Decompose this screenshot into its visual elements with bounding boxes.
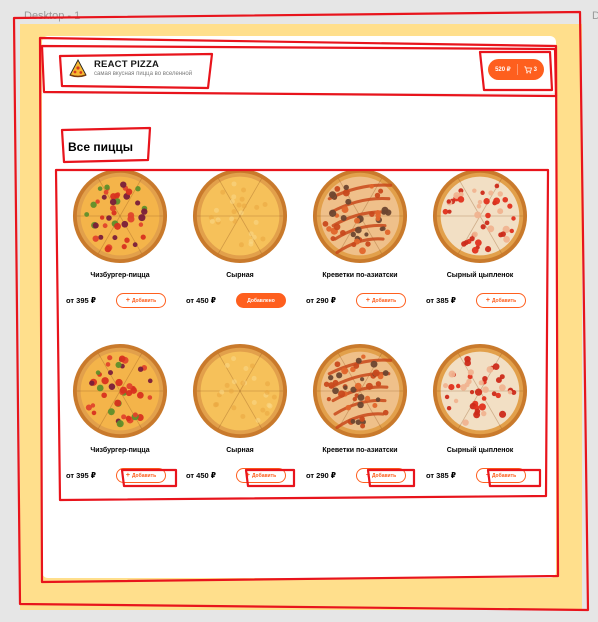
plus-icon: + <box>365 472 370 479</box>
plus-icon: + <box>365 297 370 304</box>
header: REACT PIZZA самая вкусная пицца во вселе… <box>42 36 556 94</box>
pizza-image[interactable] <box>72 343 168 439</box>
add-button-label: Добавить <box>251 472 277 479</box>
pizza-image[interactable] <box>312 343 408 439</box>
frame-label: Desktop - 1 <box>24 10 81 22</box>
logo[interactable]: REACT PIZZA самая вкусная пицца во вселе… <box>68 58 192 78</box>
section-title: Все пиццы <box>68 140 133 154</box>
pizza-name: Сырная <box>226 447 254 454</box>
add-button-label: Добавить <box>371 472 397 479</box>
cart-icon <box>523 65 532 73</box>
pizza-price: от 395 ₽ <box>66 296 96 305</box>
pizza-name: Креветки по-азиатски <box>322 272 398 279</box>
add-button[interactable]: + Добавить <box>476 468 526 483</box>
frame-label-partial: D <box>592 10 598 22</box>
pizza-price: от 385 ₽ <box>426 471 456 480</box>
add-button-label: Добавить <box>491 472 517 479</box>
pizza-price: от 395 ₽ <box>66 471 96 480</box>
add-button[interactable]: +Добавлено <box>236 293 286 308</box>
pizza-price: от 450 ₽ <box>186 471 216 480</box>
add-button-label: Добавить <box>491 297 517 304</box>
cart-sum: 520 ₽ <box>495 67 511 73</box>
pizza-image[interactable] <box>72 168 168 264</box>
add-button[interactable]: + Добавить <box>236 468 286 483</box>
pizza-card: Сырный цыпленок от 385 ₽ + Добавить <box>420 343 540 493</box>
pizza-image[interactable] <box>312 168 408 264</box>
add-button-label: Добавить <box>131 472 157 479</box>
pizza-price: от 290 ₽ <box>306 296 336 305</box>
pizza-image[interactable] <box>192 168 288 264</box>
logo-title: REACT PIZZA <box>94 59 160 70</box>
pizza-logo-icon <box>69 59 87 78</box>
pizza-name: Чизбургер-пицца <box>90 447 150 454</box>
add-button-label: Добавить <box>131 297 157 304</box>
pizza-card: Чизбургер-пицца от 395 ₽ + Добавить <box>60 343 180 493</box>
pizza-name: Креветки по-азиатски <box>322 447 398 454</box>
add-button[interactable]: + Добавить <box>116 468 166 483</box>
add-button-label: Добавить <box>371 297 397 304</box>
pizza-price: от 385 ₽ <box>426 296 456 305</box>
app-container: REACT PIZZA самая вкусная пицца во вселе… <box>42 36 556 578</box>
add-button[interactable]: + Добавить <box>116 293 166 308</box>
plus-icon: + <box>245 472 250 479</box>
pizza-name: Сырная <box>226 272 254 279</box>
add-button[interactable]: + Добавить <box>356 293 406 308</box>
plus-icon: + <box>485 472 490 479</box>
pizza-price: от 290 ₽ <box>306 471 336 480</box>
pizza-card: Чизбургер-пицца от 395 ₽ + Добавить <box>60 168 180 318</box>
pizza-name: Сырный цыпленок <box>446 272 514 279</box>
pizza-card: Креветки по-азиатски от 290 ₽ + Добавить <box>300 168 420 318</box>
cart-count: 3 <box>533 66 537 73</box>
logo-subtitle: самая вкусная пицца во вселенной <box>94 71 193 77</box>
pizza-name: Сырный цыпленок <box>446 447 514 454</box>
pizza-card: Сырная от 450 ₽ + Добавить <box>180 343 300 493</box>
pizza-image[interactable] <box>432 343 528 439</box>
pizza-price: от 450 ₽ <box>186 296 216 305</box>
plus-icon: + <box>485 297 490 304</box>
add-button-label: Добавлено <box>247 297 275 304</box>
add-button[interactable]: + Добавить <box>476 293 526 308</box>
cart-divider <box>516 64 518 75</box>
pizza-image[interactable] <box>192 343 288 439</box>
pizza-card: Креветки по-азиатски от 290 ₽ + Добавить <box>300 343 420 493</box>
pizza-card: Сырная от 450 ₽ +Добавлено <box>180 168 300 318</box>
pizza-image[interactable] <box>432 168 528 264</box>
add-button[interactable]: + Добавить <box>356 468 406 483</box>
plus-icon: + <box>125 472 130 479</box>
pizza-card: Сырный цыпленок от 385 ₽ + Добавить <box>420 168 540 318</box>
cart-button[interactable]: 520 ₽ 3 <box>488 59 544 80</box>
pizza-name: Чизбургер-пицца <box>90 272 150 279</box>
plus-icon: + <box>125 297 130 304</box>
